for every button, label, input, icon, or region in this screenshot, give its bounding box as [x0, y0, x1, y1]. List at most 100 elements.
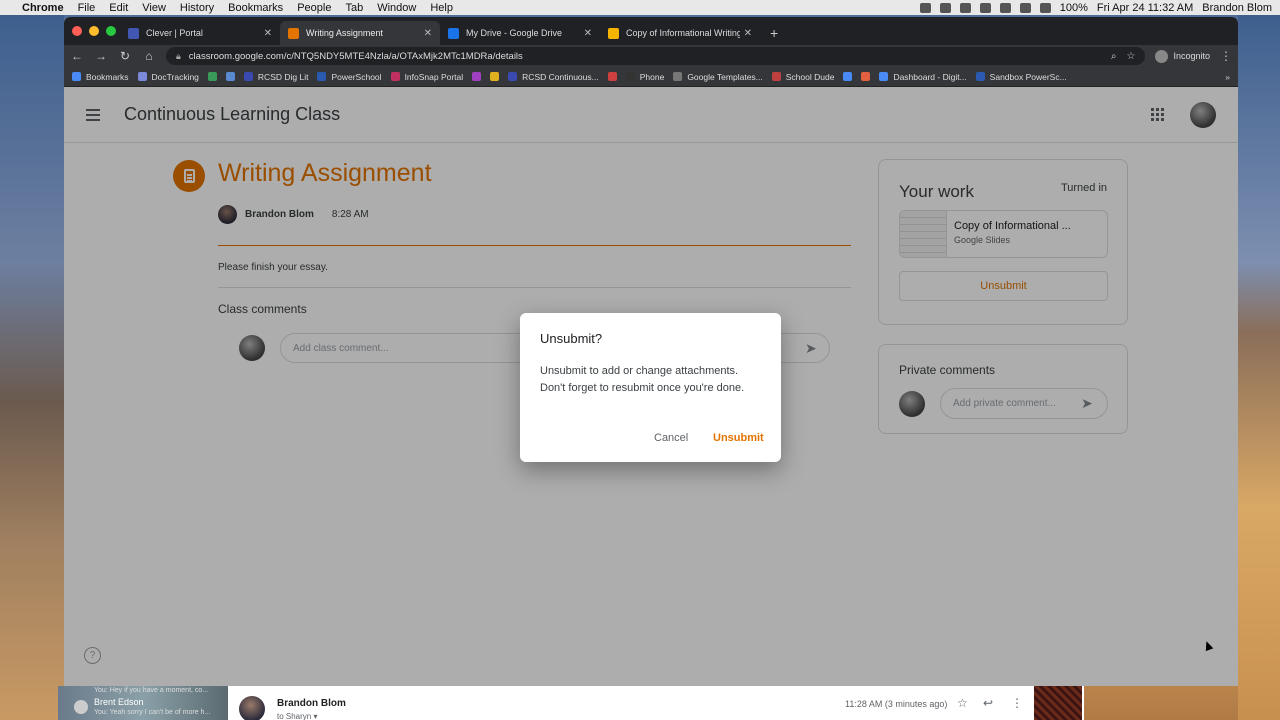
background-email-window: You: Hey if you have a moment, co... Bre… — [58, 686, 1084, 720]
tab-writing-assignment[interactable]: Writing Assignment ✕ — [280, 21, 440, 45]
bookmark-item[interactable] — [843, 72, 853, 81]
incognito-indicator[interactable]: Incognito — [1155, 49, 1210, 63]
bookmark-favicon-icon — [490, 72, 500, 81]
chat-preview[interactable]: You: Hey if you have a moment, co... Bre… — [58, 686, 228, 720]
window-controls — [72, 26, 116, 36]
back-icon[interactable]: ← — [70, 49, 84, 63]
close-tab-icon[interactable]: ✕ — [264, 28, 272, 39]
tab-slides-copy[interactable]: Copy of Informational Writing ( ✕ — [600, 21, 760, 45]
bookmark-item[interactable]: School Dude — [771, 72, 834, 82]
confirm-unsubmit-button[interactable]: Unsubmit — [713, 432, 764, 444]
chrome-window: Clever | Portal ✕ Writing Assignment ✕ M… — [64, 17, 1238, 686]
address-bar[interactable]: 🔒︎ classroom.google.com/c/NTQ5NDY5MTE4Nz… — [166, 47, 1146, 65]
menu-help[interactable]: Help — [430, 2, 453, 14]
reload-icon[interactable]: ↻ — [118, 49, 132, 63]
bookmark-favicon-icon — [317, 72, 327, 81]
close-tab-icon[interactable]: ✕ — [424, 28, 432, 39]
battery-percent[interactable]: 100% — [1060, 2, 1088, 14]
bookmark-item[interactable] — [607, 72, 617, 81]
bookmark-item[interactable] — [207, 72, 217, 81]
folder-icon — [879, 72, 889, 81]
zoom-icon[interactable]: ⌕ — [1111, 51, 1117, 62]
menu-window[interactable]: Window — [377, 2, 416, 14]
menu-history[interactable]: History — [180, 2, 214, 14]
chat-snippet: You: Hey if you have a moment, co... — [94, 687, 209, 694]
bookmark-item[interactable]: Sandbox PowerSc... — [975, 72, 1067, 82]
cancel-button[interactable]: Cancel — [654, 432, 688, 444]
close-tab-icon[interactable]: ✕ — [584, 28, 592, 39]
background-thumbnail — [1034, 686, 1082, 720]
bookmark-favicon-icon — [673, 72, 683, 81]
avatar — [239, 696, 265, 720]
bookmark-favicon-icon — [390, 72, 400, 81]
minimize-window-icon[interactable] — [89, 26, 99, 36]
email-time: 11:28 AM (3 minutes ago) — [845, 699, 948, 709]
bookmark-item[interactable]: Dashboard - Digit... — [879, 72, 967, 82]
status-icon[interactable] — [919, 2, 931, 13]
chat-snippet: You: Yeah sorry I can't be of more h... — [94, 709, 211, 716]
menu-bookmarks[interactable]: Bookmarks — [228, 2, 283, 14]
bookmark-favicon-icon — [207, 72, 217, 81]
fullscreen-window-icon[interactable] — [106, 26, 116, 36]
wifi-icon[interactable] — [1019, 2, 1031, 13]
map-pin-icon — [861, 72, 871, 81]
bookmark-item[interactable]: InfoSnap Portal — [390, 72, 463, 82]
bookmark-item[interactable]: DocTracking — [137, 72, 199, 82]
bookmark-favicon-icon — [607, 72, 617, 81]
new-tab-icon[interactable]: + — [770, 21, 778, 45]
chrome-menu-icon[interactable]: ⋮ — [1220, 49, 1232, 63]
unsubmit-dialog: Unsubmit? Unsubmit to add or change atta… — [520, 313, 1214, 652]
bookmarks-overflow-icon[interactable]: » — [1225, 72, 1230, 82]
home-icon[interactable]: ⌂ — [142, 49, 156, 63]
desktop-wallpaper — [1238, 15, 1280, 720]
bookmark-item[interactable]: Bookmarks — [72, 72, 129, 82]
reply-icon[interactable]: ↩ — [983, 696, 993, 710]
clock[interactable]: Fri Apr 24 11:32 AM — [1097, 2, 1193, 14]
close-tab-icon[interactable]: ✕ — [744, 28, 752, 39]
menu-file[interactable]: File — [78, 2, 96, 14]
close-window-icon[interactable] — [72, 26, 82, 36]
menubar-status-area: 100% Fri Apr 24 11:32 AM Brandon Blom — [919, 2, 1272, 14]
bookmark-item[interactable] — [472, 72, 482, 81]
status-icon[interactable] — [999, 2, 1011, 13]
bookmark-item[interactable] — [861, 72, 871, 81]
bookmark-favicon-icon — [243, 72, 253, 81]
bookmark-item[interactable]: RCSD Continuous... — [508, 72, 599, 82]
bookmark-item[interactable] — [490, 72, 500, 81]
tab-clever[interactable]: Clever | Portal ✕ — [120, 21, 280, 45]
menu-people[interactable]: People — [297, 2, 331, 14]
bookmark-item[interactable]: PowerSchool — [317, 72, 382, 82]
status-icon[interactable] — [959, 2, 971, 13]
bookmark-favicon-icon — [137, 72, 147, 81]
bookmark-item[interactable]: Phone — [625, 72, 664, 82]
star-icon[interactable]: ☆ — [957, 696, 968, 710]
dialog-title: Unsubmit? — [540, 331, 603, 346]
url-text: classroom.google.com/c/NTQ5NDY5MTE4Nzla/… — [188, 50, 523, 62]
lock-icon[interactable]: 🔒︎ — [176, 51, 181, 62]
bookmark-item[interactable]: Google Templates... — [673, 72, 763, 82]
tab-google-drive[interactable]: My Drive - Google Drive ✕ — [440, 21, 600, 45]
bookmark-star-icon[interactable]: ☆ — [1127, 51, 1136, 62]
tab-title: Clever | Portal — [146, 28, 203, 38]
bookmarks-bar: Bookmarks DocTracking RCSD Dig Lit Power… — [64, 67, 1238, 87]
bookmark-item[interactable]: RCSD Dig Lit — [243, 72, 308, 82]
menubar-user[interactable]: Brandon Blom — [1202, 2, 1272, 14]
status-icon[interactable] — [979, 2, 991, 13]
tab-title: Copy of Informational Writing ( — [626, 28, 740, 38]
more-icon[interactable]: ⋮ — [1011, 696, 1023, 710]
slides-favicon-icon — [608, 27, 619, 39]
menu-view[interactable]: View — [142, 2, 166, 14]
bookmark-item[interactable] — [225, 72, 235, 81]
status-icon[interactable] — [939, 2, 951, 13]
tab-title: Writing Assignment — [306, 28, 383, 38]
menu-tab[interactable]: Tab — [345, 2, 363, 14]
classroom-favicon-icon — [288, 27, 299, 39]
menu-edit[interactable]: Edit — [109, 2, 128, 14]
volume-icon[interactable] — [1039, 2, 1051, 13]
bookmark-favicon-icon — [472, 72, 482, 81]
menu-app[interactable]: Chrome — [22, 2, 64, 14]
bookmark-favicon-icon — [508, 72, 518, 81]
email-recipient[interactable]: to Sharyn ▾ — [277, 712, 317, 720]
bookmark-favicon-icon — [625, 72, 635, 81]
forward-icon[interactable]: → — [94, 49, 108, 63]
